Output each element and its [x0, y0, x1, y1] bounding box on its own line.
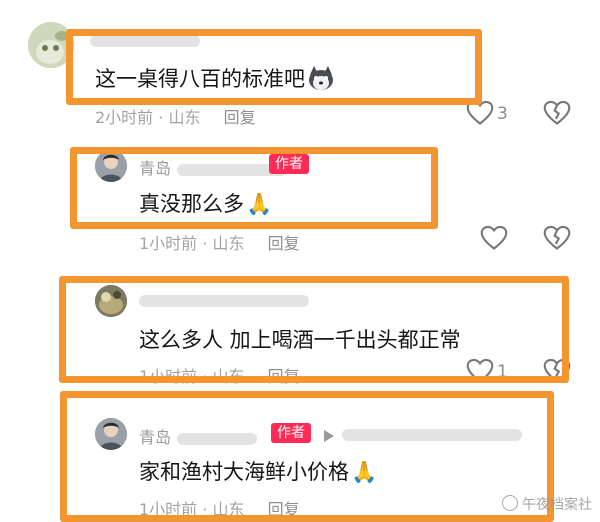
like-count: 3 [497, 104, 508, 124]
comment-location: 山东 [168, 108, 201, 127]
comment-location: 山东 [212, 234, 245, 253]
watermark-text: 午夜档案社 [522, 497, 592, 513]
reply-button[interactable]: 回复 [224, 108, 256, 127]
separator: · [158, 108, 164, 127]
watermark-logo-icon [502, 495, 518, 511]
separator: · [202, 234, 208, 253]
highlight-box [60, 391, 554, 522]
comment-meta: 2小时前 · 山东 回复 [95, 104, 256, 128]
dislike-heart-icon[interactable] [543, 225, 571, 255]
watermark: 午夜档案社 [502, 494, 592, 514]
comment-time: 1小时前 [139, 234, 198, 253]
highlight-box [59, 276, 569, 383]
dislike-heart-icon[interactable] [543, 100, 571, 130]
reply-button[interactable]: 回复 [268, 234, 300, 253]
heart-icon[interactable] [480, 225, 508, 255]
comment-meta: 1小时前 · 山东 回复 [139, 230, 300, 254]
comment-time: 2小时前 [95, 108, 154, 127]
highlight-box [66, 29, 482, 105]
highlight-box [70, 147, 438, 229]
